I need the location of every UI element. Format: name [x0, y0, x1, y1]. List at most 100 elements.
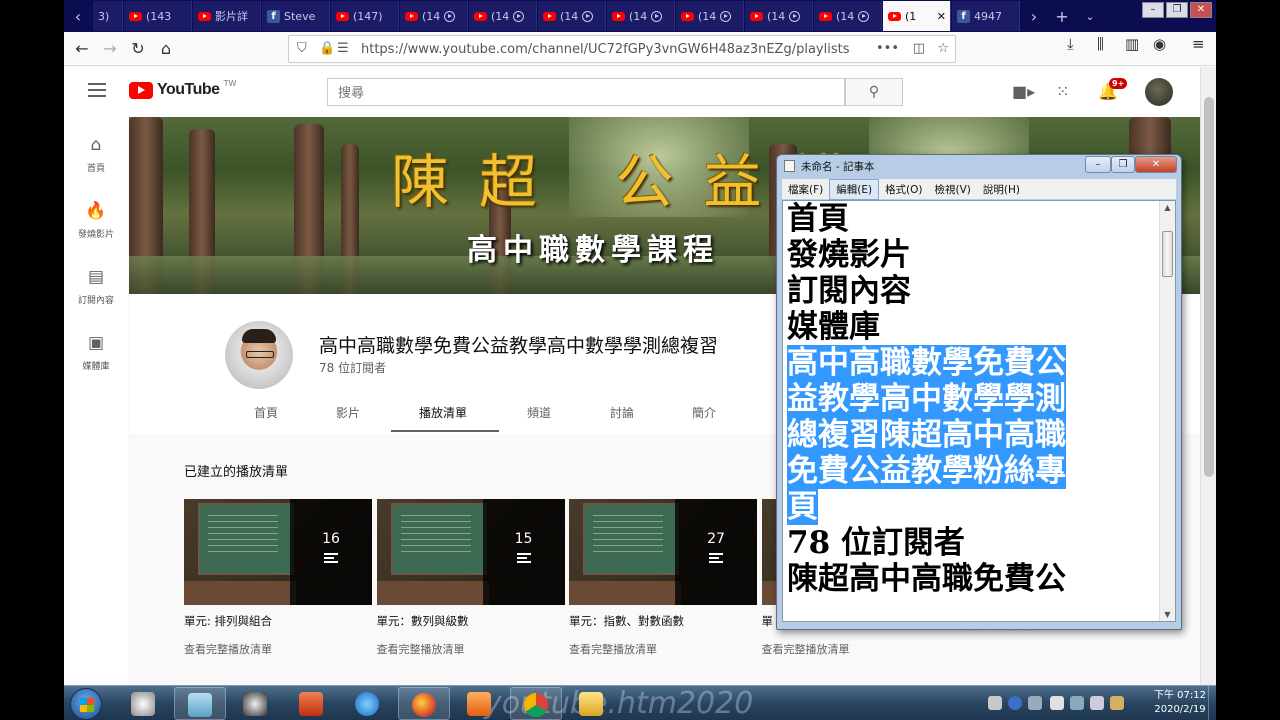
scrollbar-thumb[interactable] [1204, 97, 1214, 477]
youtube-logo[interactable]: YouTube TW [129, 79, 236, 99]
taskbar-button[interactable] [174, 687, 226, 720]
notepad-menu-item[interactable]: 說明(H) [977, 180, 1026, 199]
channel-tab[interactable]: 頻道 [527, 404, 551, 421]
playlist-thumbnail[interactable]: 27 [569, 499, 757, 605]
notepad-menu-item[interactable]: 格式(O) [879, 180, 928, 199]
notepad-content[interactable]: 首頁 發燒影片 訂閱內容 媒體庫 高中高職數學免費公 益教學高中數學學測 總複習陳超高中高職… [787, 201, 1127, 597]
browser-tab[interactable]: (14 [676, 1, 744, 31]
help-icon[interactable] [1008, 696, 1022, 710]
channel-tab[interactable]: 播放清單 [419, 404, 467, 421]
channel-tab[interactable]: 簡介 [692, 404, 716, 421]
taskbar-button[interactable] [510, 687, 562, 720]
keyboard-icon[interactable] [988, 696, 1002, 710]
scroll-down-icon[interactable]: ▼ [1160, 610, 1175, 619]
search-button[interactable]: ⚲ [845, 78, 903, 106]
tray-overflow-icon[interactable] [1028, 696, 1042, 710]
taskbar-button[interactable] [230, 687, 282, 720]
channel-avatar[interactable] [225, 321, 293, 389]
back-button[interactable]: ← [68, 35, 96, 63]
taskbar-button[interactable] [398, 687, 450, 720]
taskbar-button[interactable] [566, 687, 618, 720]
browser-tab[interactable]: 3) [93, 1, 123, 31]
browser-tab[interactable]: (1 ✕ [883, 1, 951, 31]
playing-audio-icon[interactable] [789, 10, 801, 22]
tab-scroll-left-icon[interactable]: ‹ [64, 7, 92, 26]
browser-tab[interactable]: (14 [469, 1, 537, 31]
guide-item-subscriptions[interactable]: ▤ 訂閱內容 [64, 267, 128, 306]
notepad-text-area[interactable]: 首頁 發燒影片 訂閱內容 媒體庫 高中高職數學免費公 益教學高中數學學測 總複習陳超高中高職… [782, 200, 1176, 622]
create-video-icon[interactable]: ■▸ [1012, 82, 1035, 101]
notepad-close-button[interactable]: ✕ [1135, 156, 1177, 173]
notepad-scroll-thumb[interactable] [1162, 231, 1173, 277]
flag-icon[interactable] [1050, 696, 1064, 710]
hamburger-menu-icon[interactable] [88, 83, 106, 97]
channel-tab[interactable]: 討論 [610, 404, 634, 421]
permissions-icon[interactable]: ☰ [337, 41, 349, 56]
home-button[interactable]: ⌂ [152, 35, 180, 63]
playing-audio-icon[interactable] [444, 10, 456, 22]
playing-audio-icon[interactable] [513, 10, 525, 22]
guide-item-home[interactable]: ⌂ 首頁 [64, 135, 128, 174]
volume-icon[interactable] [1090, 696, 1104, 710]
playing-audio-icon[interactable] [720, 10, 732, 22]
close-tab-icon[interactable]: ✕ [937, 10, 946, 23]
channel-tab[interactable]: 首頁 [254, 404, 278, 421]
tab-scroll-right-icon[interactable]: › [1020, 7, 1048, 26]
browser-tab[interactable]: 影片詳 [193, 1, 261, 31]
search-box[interactable] [327, 78, 845, 106]
browser-tab[interactable]: f 4947 [952, 1, 1020, 31]
browser-tab[interactable]: (147) [331, 1, 399, 31]
playing-audio-icon[interactable] [858, 10, 870, 22]
tab-list-icon[interactable]: ⌄ [1076, 10, 1104, 23]
notepad-menu-item[interactable]: 檢視(V) [929, 180, 977, 199]
browser-tab[interactable]: f Steve [262, 1, 330, 31]
sidebar-icon[interactable]: ▥ [1125, 35, 1139, 53]
url-bar[interactable]: ⛉ 🔒 ☰ https://www.youtube.com/channel/UC… [288, 35, 956, 63]
playlist-thumbnail[interactable]: 15 [376, 499, 565, 605]
apps-grid-icon[interactable]: ⁙ [1056, 82, 1069, 101]
page-scrollbar[interactable] [1200, 67, 1216, 685]
taskbar-button[interactable] [286, 687, 338, 720]
minimize-button[interactable]: – [1142, 2, 1164, 18]
reload-button[interactable]: ↻ [124, 35, 152, 63]
network-icon[interactable] [1070, 696, 1084, 710]
taskbar-button[interactable] [118, 687, 170, 720]
download-icon[interactable]: ⤓ [1067, 35, 1074, 53]
playlist-title[interactable]: 單元: 排列與組合 [184, 613, 372, 629]
playlist-thumbnail[interactable]: 16 [184, 499, 372, 605]
bookmark-star-icon[interactable]: ☆ [937, 41, 949, 56]
browser-tab[interactable]: (14 [814, 1, 882, 31]
view-full-playlist-link[interactable]: 查看完整播放清單 [569, 641, 757, 657]
view-full-playlist-link[interactable]: 查看完整播放清單 [377, 641, 565, 657]
playing-audio-icon[interactable] [651, 10, 663, 22]
shield-icon[interactable]: ⛉ [297, 41, 307, 56]
browser-tab[interactable]: (143 [124, 1, 192, 31]
new-tab-button[interactable]: + [1048, 7, 1076, 26]
close-button[interactable]: ✕ [1190, 2, 1212, 18]
account-avatar[interactable] [1145, 78, 1173, 106]
notepad-menu-item[interactable]: 檔案(F) [782, 180, 829, 199]
notepad-scrollbar[interactable]: ▲ ▼ [1159, 201, 1175, 621]
notepad-titlebar[interactable]: 未命名 - 記事本 – ❐ ✕ [777, 155, 1181, 177]
playing-audio-icon[interactable] [582, 10, 594, 22]
browser-tab[interactable]: (14 [607, 1, 675, 31]
start-button[interactable] [70, 688, 102, 720]
search-input[interactable] [328, 79, 844, 105]
view-full-playlist-link[interactable]: 查看完整播放清單 [184, 641, 372, 657]
guide-item-trending[interactable]: 🔥 發燒影片 [64, 201, 128, 240]
notepad-minimize-button[interactable]: – [1085, 156, 1111, 173]
ime-icon[interactable] [1110, 696, 1124, 710]
library-icon[interactable]: ⫼ [1097, 35, 1104, 53]
clock[interactable]: 下午 07:12 2020/2/19 [1154, 689, 1206, 717]
pocket-icon[interactable]: ◫ [913, 41, 925, 56]
notepad-maximize-button[interactable]: ❐ [1111, 156, 1135, 173]
notepad-menu-item[interactable]: 編輯(E) [829, 178, 880, 200]
view-full-playlist-link[interactable]: 查看完整播放清單 [762, 641, 950, 657]
channel-tab[interactable]: 影片 [336, 404, 360, 421]
scroll-up-icon[interactable]: ▲ [1160, 203, 1175, 212]
playlist-title[interactable]: 單元：指數、對數函數 [569, 613, 757, 629]
lock-icon[interactable]: 🔒 [319, 41, 335, 56]
browser-tab[interactable]: (14 [745, 1, 813, 31]
show-desktop-button[interactable] [1208, 686, 1216, 720]
taskbar-button[interactable] [454, 687, 506, 720]
